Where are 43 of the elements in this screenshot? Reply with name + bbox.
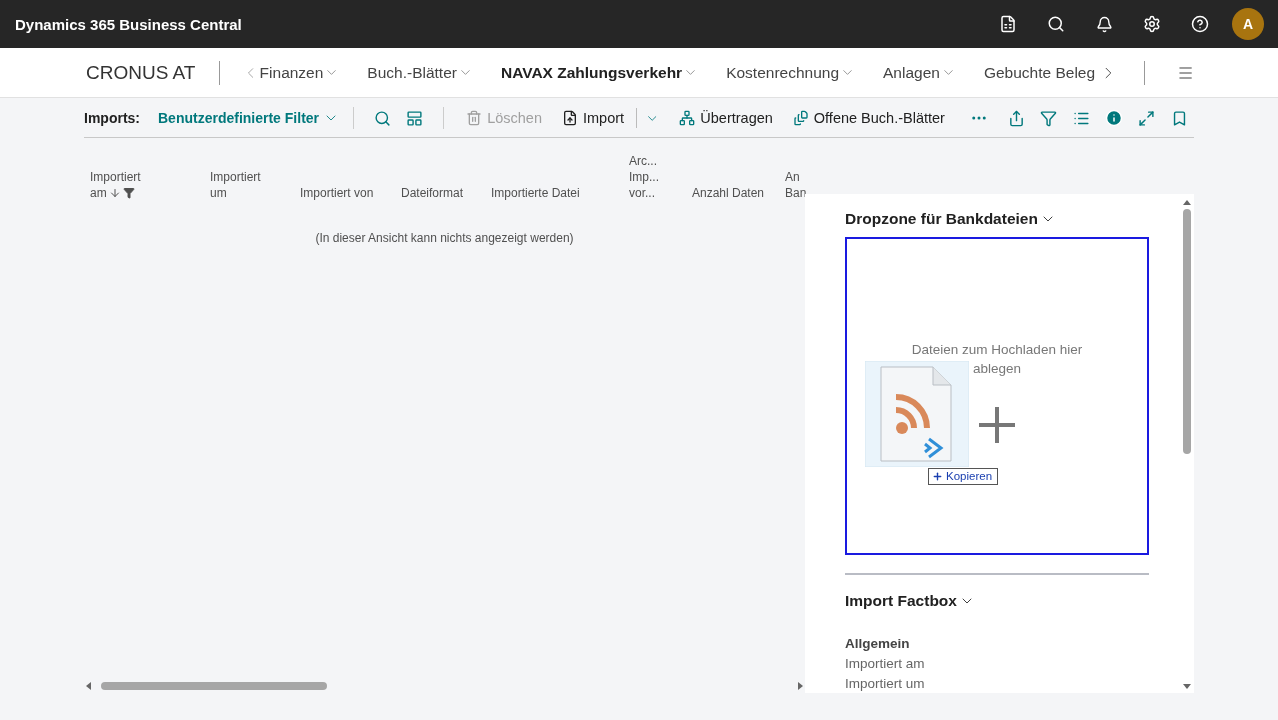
company-name[interactable]: CRONUS AT	[86, 60, 221, 85]
column-header[interactable]: um	[210, 185, 294, 201]
nav-item[interactable]: Buch.-Blätter	[367, 63, 483, 82]
dropzone-hint: Dateien zum Hochladen hier ablegen	[910, 341, 1084, 378]
file-icon	[865, 361, 969, 467]
dropzone[interactable]: Dateien zum Hochladen hier ablegen Kopieren	[845, 237, 1149, 555]
nav-item[interactable]: NAVAX Zahlungsverkehr	[500, 63, 709, 82]
page-label: Imports:	[84, 110, 140, 126]
user-avatar[interactable]: A	[1232, 8, 1264, 40]
nav-item[interactable]: Gebuchte Beleg	[983, 63, 1106, 82]
documents-icon	[792, 110, 809, 126]
column-header[interactable]: am	[90, 185, 204, 201]
section-title: Allgemein	[845, 636, 911, 651]
plus-icon	[977, 405, 1017, 445]
column-header[interactable]: Importierte Datei	[491, 185, 623, 201]
column-header[interactable]: Arc...	[629, 153, 686, 169]
nav-item[interactable]: Kostenrechnung	[726, 63, 866, 82]
factbox-title[interactable]: Dropzone für Bankdateien	[845, 210, 1056, 228]
column-header[interactable]: Importiert von	[300, 185, 395, 201]
trash-icon	[466, 110, 483, 126]
column-header[interactable]: Importiert	[210, 169, 294, 185]
column-header[interactable]: vor...	[629, 185, 686, 201]
field-label: Importiert am	[845, 656, 926, 671]
document-icon	[562, 110, 578, 126]
toolbar-button[interactable]: Offene Buch.-Blätter	[784, 110, 953, 126]
column-header[interactable]: Importiert	[90, 169, 204, 185]
empty-message: (In dieser Ansicht kann nichts angezeigt werden)	[315, 231, 574, 245]
column-header[interactable]: An	[785, 169, 805, 185]
filter-dropdown[interactable]: Benutzerdefinierte Filter	[158, 110, 340, 126]
field-label: Importiert um	[845, 676, 926, 691]
plus-icon	[932, 470, 943, 482]
nav-item[interactable]: Finanzen	[259, 63, 350, 82]
column-header[interactable]: Anzahl Daten	[692, 185, 779, 201]
transfer-icon	[679, 110, 696, 126]
app-title: Dynamics 365 Business Central	[15, 15, 243, 33]
copy-label: Kopieren	[928, 468, 999, 485]
column-header[interactable]: Dateiformat	[401, 185, 485, 201]
toolbar-button[interactable]: Import	[554, 110, 633, 126]
column-header[interactable]: Imp...	[629, 169, 686, 185]
toolbar-button[interactable]: Übertragen	[671, 110, 781, 126]
factbox-title[interactable]: Import Factbox	[845, 592, 975, 610]
nav-item[interactable]: Anlagen	[883, 63, 966, 82]
column-header[interactable]: Ban	[785, 185, 805, 201]
